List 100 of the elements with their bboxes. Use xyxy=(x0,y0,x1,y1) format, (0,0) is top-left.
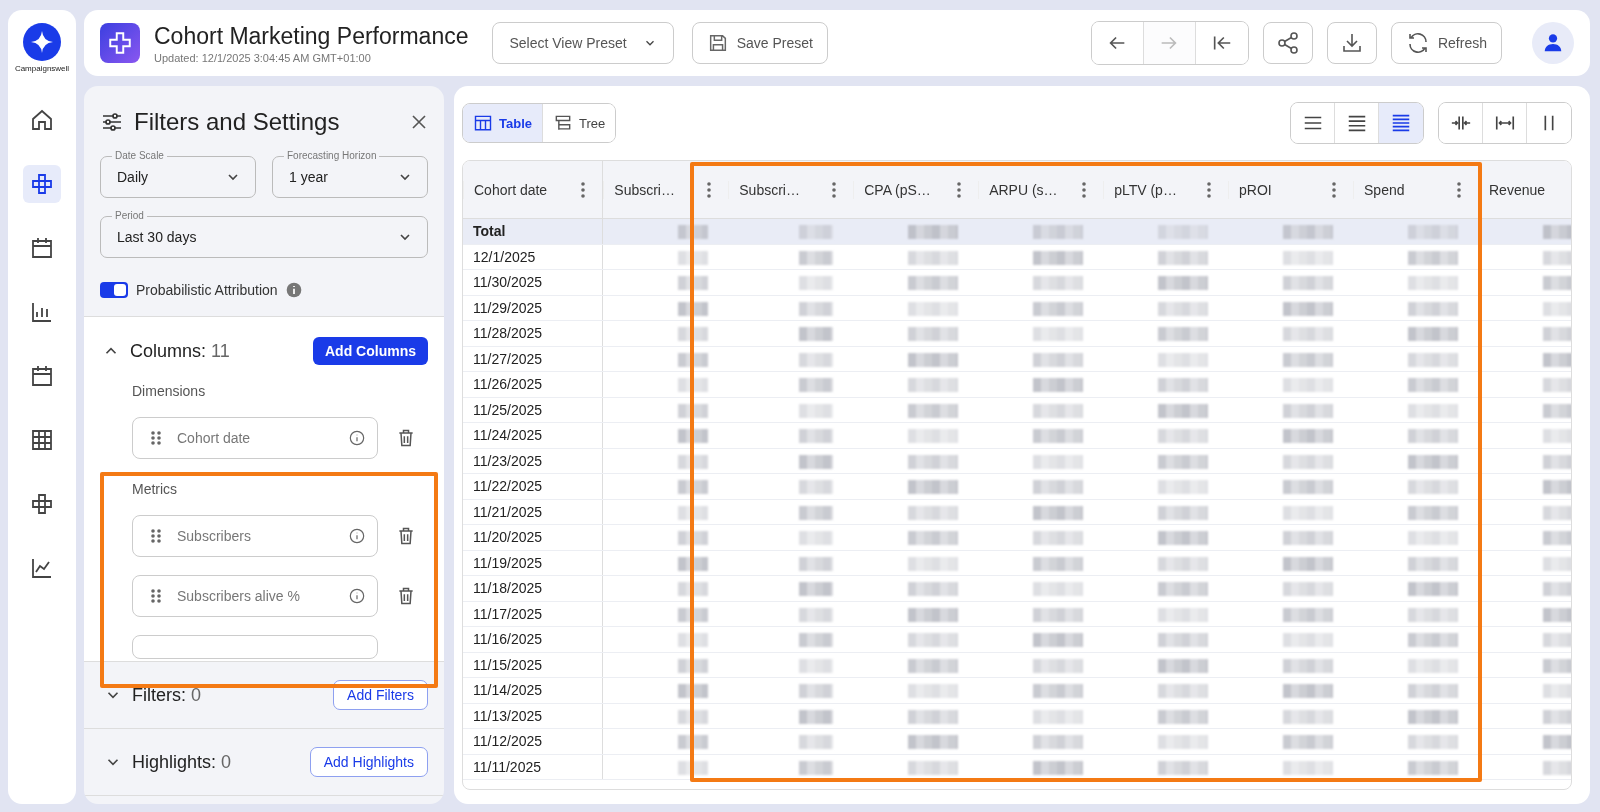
column-header[interactable]: Subscri… xyxy=(614,181,675,198)
column-item[interactable]: Subscribers alive % xyxy=(132,575,378,617)
column-menu-icon[interactable] xyxy=(1331,180,1338,199)
redacted-value xyxy=(799,633,834,648)
save-preset-button[interactable]: Save Preset xyxy=(691,22,828,64)
redacted-value xyxy=(1543,378,1571,393)
drag-handle-icon[interactable] xyxy=(149,588,163,604)
column-menu-icon[interactable] xyxy=(1456,180,1462,199)
drag-handle-icon[interactable] xyxy=(149,430,163,446)
redacted-value xyxy=(1158,633,1209,648)
redacted-value xyxy=(1543,607,1571,622)
drag-handle-icon[interactable] xyxy=(149,528,163,544)
redacted-value xyxy=(1158,403,1209,418)
field-label: Forecasting Horizon xyxy=(284,150,380,162)
column-menu-icon[interactable] xyxy=(1081,180,1088,199)
nav-button[interactable] xyxy=(23,165,61,203)
table-cell: 11/17/2025 xyxy=(473,605,543,622)
redacted-value xyxy=(1033,531,1084,546)
redacted-value xyxy=(799,607,834,622)
row-density-button[interactable] xyxy=(1379,103,1423,143)
table-cell: 11/15/2025 xyxy=(473,656,543,673)
shrink-columns-button[interactable] xyxy=(1439,103,1483,143)
column-menu-icon[interactable] xyxy=(580,180,587,199)
info-icon xyxy=(349,588,365,604)
redacted-value xyxy=(1543,531,1571,546)
column-header[interactable]: Subscri… xyxy=(739,181,800,198)
column-header[interactable]: Spend xyxy=(1364,181,1405,198)
redacted-value xyxy=(1543,556,1571,571)
redacted-value xyxy=(799,658,834,673)
redacted-value xyxy=(1158,250,1209,265)
trash-icon[interactable] xyxy=(396,526,416,546)
redacted-value xyxy=(908,301,959,316)
close-button[interactable] xyxy=(410,113,428,131)
redacted-value xyxy=(1158,225,1209,240)
table-cell: Total xyxy=(473,223,506,240)
download-button[interactable] xyxy=(1326,22,1377,64)
column-item[interactable]: Cohort date xyxy=(132,417,378,459)
redacted-value xyxy=(908,454,959,469)
refresh-button[interactable]: Refresh xyxy=(1390,22,1502,64)
row-density-button[interactable] xyxy=(1291,103,1335,143)
redacted-value xyxy=(1283,760,1334,775)
redacted-value xyxy=(1408,658,1458,673)
add-columns-button[interactable]: Add Columns xyxy=(313,337,428,365)
redacted-value xyxy=(1543,276,1571,291)
redacted-value xyxy=(1408,276,1458,291)
redacted-value xyxy=(1033,454,1084,469)
column-header[interactable]: Cohort date xyxy=(474,181,548,198)
column-menu-icon[interactable] xyxy=(706,180,713,199)
redacted-value xyxy=(678,505,709,520)
redacted-value xyxy=(678,582,709,597)
redacted-value xyxy=(678,531,709,546)
view-tab[interactable]: Table xyxy=(463,104,543,142)
column-menu-icon[interactable] xyxy=(831,180,838,199)
redacted-value xyxy=(1543,582,1571,597)
column-header[interactable]: pLTV (p… xyxy=(1114,181,1177,198)
redacted-value xyxy=(1543,735,1571,750)
trash-icon[interactable] xyxy=(396,428,416,448)
redacted-value xyxy=(908,582,959,597)
attribution-label: Probabilistic Attribution xyxy=(136,282,278,298)
table-cell: 11/16/2025 xyxy=(473,631,543,648)
redacted-value xyxy=(1033,760,1084,775)
table-cell: 11/27/2025 xyxy=(473,350,543,367)
user-avatar-icon[interactable] xyxy=(1532,22,1574,64)
view-preset-select[interactable]: Select View Preset xyxy=(492,22,674,64)
column-header[interactable]: CPA (pS… xyxy=(864,181,931,198)
column-item[interactable]: Subscribers xyxy=(132,515,378,557)
table-cell: 11/30/2025 xyxy=(473,274,543,291)
table-cell: 11/24/2025 xyxy=(473,427,543,444)
redacted-value xyxy=(1158,709,1209,724)
redacted-value xyxy=(1158,684,1209,699)
page-title: Cohort Marketing Performance xyxy=(154,22,469,50)
redacted-value xyxy=(1283,582,1334,597)
redacted-value xyxy=(799,556,834,571)
attribution-toggle[interactable] xyxy=(100,282,128,298)
column-header[interactable]: Revenue xyxy=(1489,181,1546,198)
share-button[interactable] xyxy=(1262,22,1313,64)
redacted-value xyxy=(1543,684,1571,699)
column-header[interactable]: ARPU (s… xyxy=(989,181,1058,198)
redacted-value xyxy=(908,607,959,622)
table-cell: 11/22/2025 xyxy=(473,478,543,495)
redacted-value xyxy=(1033,633,1084,648)
redacted-value xyxy=(1543,301,1571,316)
back-button[interactable] xyxy=(1091,22,1144,64)
table-cell: 11/18/2025 xyxy=(473,580,543,597)
column-menu-icon[interactable] xyxy=(956,180,963,199)
redacted-value xyxy=(678,327,709,342)
redacted-value xyxy=(799,276,834,291)
home-icon xyxy=(30,108,54,132)
trash-icon[interactable] xyxy=(396,586,416,606)
group-title: Metrics xyxy=(132,481,179,497)
column-header[interactable]: pROI xyxy=(1239,181,1272,198)
redacted-value xyxy=(1158,735,1209,750)
redacted-value xyxy=(799,378,834,393)
column-menu-icon[interactable] xyxy=(1206,180,1213,199)
redacted-value xyxy=(1283,709,1334,724)
redacted-value xyxy=(1033,658,1084,673)
redacted-value xyxy=(799,454,834,469)
redacted-value xyxy=(1543,633,1571,648)
add-highlights-button[interactable]: Add Highlights xyxy=(309,747,428,777)
redacted-value xyxy=(1408,556,1458,571)
